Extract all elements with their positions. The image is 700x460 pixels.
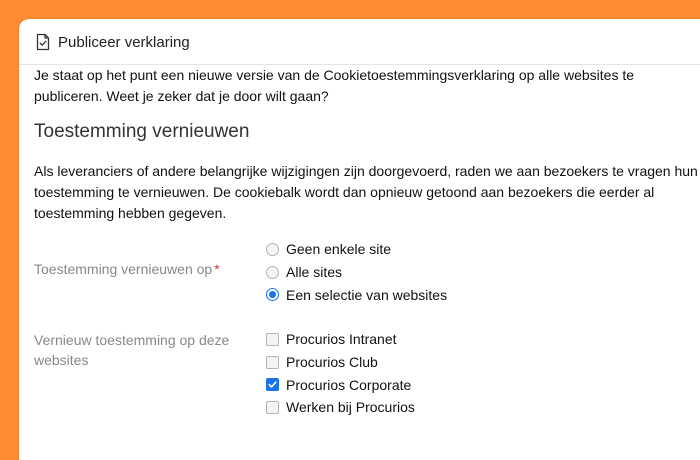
sites-field-label: Vernieuw toestemming op deze websites: [34, 332, 230, 368]
dialog-header: Publiceer verklaring: [35, 33, 190, 51]
checkmark-icon: [268, 381, 277, 388]
checkbox[interactable]: [266, 355, 279, 369]
renew-field-label: Toestemming vernieuwen op *: [34, 259, 234, 279]
document-check-icon: [35, 33, 51, 51]
checkbox-label: Procurios Intranet: [286, 331, 397, 348]
section-title: Toestemming vernieuwen: [34, 121, 250, 142]
intro-text: Je staat op het punt een nieuwe versie v…: [34, 67, 635, 104]
radio-label: Een selectie van websites: [286, 286, 448, 303]
dialog-title: Publiceer verklaring: [58, 33, 190, 51]
radio-label: Geen enkele site: [286, 241, 392, 258]
checkbox[interactable]: [266, 332, 279, 346]
section-description: Als leveranciers of andere belangrijke w…: [34, 163, 698, 221]
checkbox[interactable]: [266, 400, 279, 414]
checkbox-label: Procurios Club: [286, 354, 378, 371]
renew-field-label-text: Toestemming vernieuwen op: [34, 261, 213, 277]
radio-label: Alle sites: [286, 264, 343, 281]
radio-option-none[interactable]: Geen enkele site: [266, 238, 447, 261]
publish-dialog: Publiceer verklaring Je staat op het pun…: [19, 19, 700, 460]
renew-radio-group: Geen enkele site Alle sites Een selectie…: [266, 238, 447, 306]
checkbox-option-corporate[interactable]: Procurios Corporate: [266, 373, 415, 396]
radio-button-selected[interactable]: [266, 288, 279, 302]
radio-option-all[interactable]: Alle sites: [266, 261, 447, 284]
sites-checkbox-group: Procurios Intranet Procurios Club Procur…: [266, 328, 415, 419]
checkbox-label: Procurios Corporate: [286, 376, 412, 393]
checkbox-option-werken-bij[interactable]: Werken bij Procurios: [266, 396, 415, 419]
radio-option-selection[interactable]: Een selectie van websites: [266, 283, 447, 306]
checkbox-option-intranet[interactable]: Procurios Intranet: [266, 328, 415, 351]
required-asterisk: *: [214, 261, 220, 277]
checkbox-label: Werken bij Procurios: [286, 399, 415, 416]
radio-button[interactable]: [266, 242, 279, 256]
radio-button[interactable]: [266, 265, 279, 279]
checkbox-option-club[interactable]: Procurios Club: [266, 351, 415, 374]
checkbox-checked[interactable]: [266, 378, 279, 392]
